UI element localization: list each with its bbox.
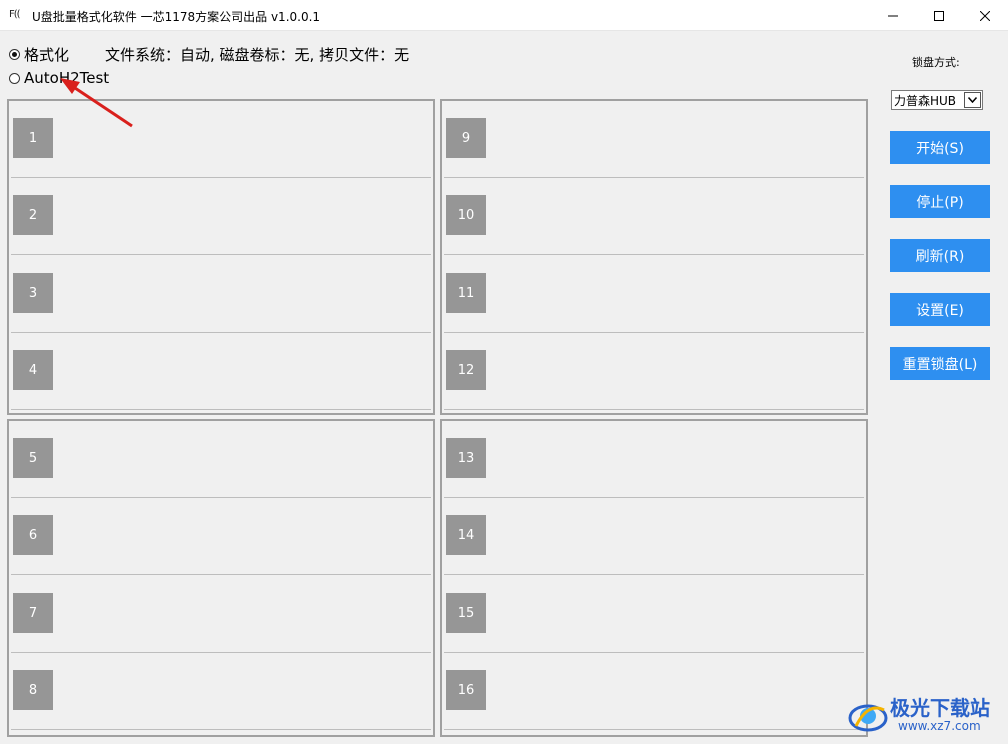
lock-mode-select[interactable]: 力普森HUB — [891, 90, 983, 110]
lock-mode-value: 力普森HUB — [894, 93, 957, 108]
slot-number: 16 — [446, 670, 486, 710]
radio-selected-icon — [9, 49, 20, 60]
window-title: U盘批量格式化软件 一芯1178方案公司出品 v1.0.0.1 — [32, 10, 321, 24]
slot-number: 6 — [13, 515, 53, 555]
slot-row: 8 — [11, 653, 431, 730]
slot-row: 11 — [444, 256, 864, 333]
slot-number: 11 — [446, 273, 486, 313]
slot-number: 7 — [13, 593, 53, 633]
refresh-button[interactable]: 刷新(R) — [890, 239, 990, 272]
slot-row: 9 — [444, 101, 864, 178]
slot-row: 1 — [11, 101, 431, 178]
slot-row: 3 — [11, 256, 431, 333]
slot-number: 4 — [13, 350, 53, 390]
slot-number: 14 — [446, 515, 486, 555]
app-icon: F(( — [9, 9, 21, 20]
chevron-down-icon — [964, 92, 981, 108]
slot-number: 5 — [13, 438, 53, 478]
radio-format[interactable]: 格式化 — [9, 44, 69, 65]
watermark: 极光下载站 www.xz7.com — [846, 692, 1002, 740]
slot-row: 7 — [11, 576, 431, 653]
stop-button[interactable]: 停止(P) — [890, 185, 990, 218]
watermark-url: www.xz7.com — [898, 719, 981, 733]
reset-lock-button[interactable]: 重置锁盘(L) — [890, 347, 990, 380]
slot-row: 12 — [444, 333, 864, 410]
slot-number: 9 — [446, 118, 486, 158]
slot-row: 6 — [11, 498, 431, 575]
slot-number: 2 — [13, 195, 53, 235]
radio-autoh2test-label: AutoH2Test — [24, 69, 110, 87]
slot-group-1: 1 2 3 4 — [7, 99, 435, 415]
slot-group-4: 13 14 15 16 — [440, 419, 868, 737]
watermark-logo-icon — [848, 704, 888, 732]
maximize-button[interactable] — [916, 0, 962, 31]
lock-mode-label: 锁盘方式: — [912, 56, 960, 69]
slot-row: 10 — [444, 178, 864, 255]
slot-number: 12 — [446, 350, 486, 390]
watermark-name: 极光下载站 — [890, 696, 990, 720]
slot-number: 10 — [446, 195, 486, 235]
slot-number: 3 — [13, 273, 53, 313]
minimize-button[interactable] — [870, 0, 916, 31]
slot-row: 16 — [444, 653, 864, 730]
slot-row: 2 — [11, 178, 431, 255]
title-bar: F(( U盘批量格式化软件 一芯1178方案公司出品 v1.0.0.1 — [0, 0, 1008, 31]
format-settings-info: 文件系统：自动, 磁盘卷标：无, 拷贝文件：无 — [105, 46, 410, 64]
slot-row: 4 — [11, 333, 431, 410]
slot-row: 5 — [11, 421, 431, 498]
minimize-icon — [888, 15, 898, 16]
slot-row: 15 — [444, 576, 864, 653]
slot-group-3: 5 6 7 8 — [7, 419, 435, 737]
maximize-icon — [934, 10, 944, 21]
slot-number: 8 — [13, 670, 53, 710]
slot-number: 1 — [13, 118, 53, 158]
slot-number: 13 — [446, 438, 486, 478]
settings-button[interactable]: 设置(E) — [890, 293, 990, 326]
radio-format-label: 格式化 — [24, 46, 70, 64]
close-button[interactable] — [962, 0, 1008, 31]
slot-row: 13 — [444, 421, 864, 498]
start-button[interactable]: 开始(S) — [890, 131, 990, 164]
slot-group-2: 9 10 11 12 — [440, 99, 868, 415]
slot-row: 14 — [444, 498, 864, 575]
close-icon — [980, 10, 990, 21]
radio-unselected-icon — [9, 72, 20, 84]
radio-autoh2test[interactable]: AutoH2Test — [9, 69, 109, 87]
slot-number: 15 — [446, 593, 486, 633]
